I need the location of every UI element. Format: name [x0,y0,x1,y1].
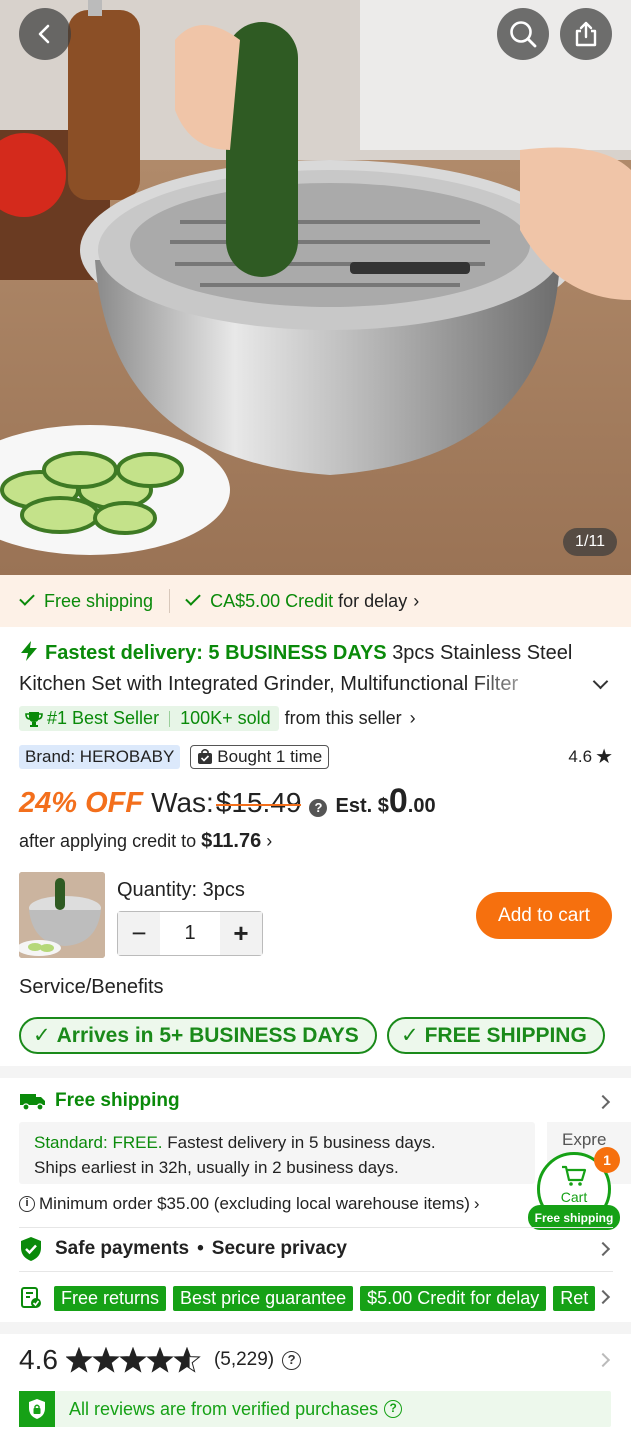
quantity-stepper[interactable]: − 1 + [117,911,263,956]
add-to-cart-button[interactable]: Add to cart [476,892,612,939]
rating-summary[interactable]: 4.6 ★ [568,744,613,769]
from-seller-label: from this seller [284,708,402,728]
check-icon: ✓ [33,1024,51,1047]
free-shipping-pill[interactable]: ✓ FREE SHIPPING [387,1017,605,1054]
back-button[interactable] [19,8,71,60]
chevron-right-icon: › [413,590,420,611]
chevron-right-icon: › [473,1194,480,1213]
fastest-delivery-label: Fastest delivery: 5 BUSINESS DAYS [45,642,387,664]
reviews-summary[interactable]: 4.6 (5,229) ? [19,1344,613,1376]
shield-check-icon [21,1237,41,1261]
star-filled-icon [147,1348,173,1372]
cart-label: Cart [560,1189,588,1205]
sku-thumbnail[interactable] [19,872,105,958]
cart-icon [562,1165,587,1186]
star-rating [65,1347,201,1373]
best-seller-row[interactable]: #1 Best Seller 100K+ sold from this sell… [19,706,416,731]
arrives-pill[interactable]: ✓ Arrives in 5+ BUSINESS DAYS [19,1017,377,1054]
lightning-icon [21,641,37,661]
verified-shield-icon [19,1391,55,1427]
tag-best-price: Best price guarantee [173,1285,354,1311]
shipping-promo-strip[interactable]: Free shipping CA$5.00 Credit for delay › [0,575,631,627]
check-icon: ✓ [401,1024,419,1047]
free-shipping-row[interactable]: Free shipping [19,1090,613,1112]
quantity-label: Quantity: 3pcs [117,879,245,901]
share-icon [575,21,597,47]
was-label: Was: [151,787,214,818]
trophy-icon [25,711,43,727]
chevron-left-icon [38,24,50,44]
credit-suffix: for delay [338,590,408,611]
info-icon: i [19,1196,35,1212]
after-credit-line[interactable]: after applying credit to $11.76 › [19,830,272,853]
product-photo [0,0,631,575]
brand-row: Brand: HEROBABY Bought 1 time 4.6 ★ [19,744,613,769]
credit-amount: CA$5.00 Credit [210,590,334,611]
safe-payments-row[interactable]: Safe payments • Secure privacy [19,1236,613,1262]
price-row: 24% OFF Was: $15.49 ? Est. $0.00 [19,782,436,821]
increment-button[interactable]: + [220,912,262,955]
benefit-tags-row[interactable]: Free returns Best price guarantee $5.00 … [19,1283,613,1313]
shopping-bag-icon [198,748,213,764]
tag-returns: Ret [553,1285,596,1311]
help-icon[interactable]: ? [384,1400,403,1418]
help-icon[interactable]: ? [309,799,328,817]
divider [169,589,171,613]
share-button[interactable] [560,8,612,60]
star-filled-icon [66,1348,92,1372]
tag-free-returns: Free returns [54,1285,167,1311]
chevron-right-icon: › [266,831,273,851]
chevron-right-icon: › [409,708,416,728]
verified-purchases-banner: All reviews are from verified purchases … [19,1391,611,1427]
search-button[interactable] [497,8,549,60]
review-score: 4.6 [19,1344,58,1375]
discount-label: 24% OFF [19,787,144,819]
decrement-button[interactable]: − [118,912,160,955]
star-filled-icon [120,1348,146,1372]
minimum-order-note[interactable]: i Minimum order $35.00 (excluding local … [19,1194,480,1214]
original-price: $15.49 [215,787,302,818]
verified-text: All reviews are from verified purchases [69,1398,379,1419]
tag-credit-delay: $5.00 Credit for delay [360,1285,547,1311]
search-icon [510,21,537,48]
image-counter: 1/11 [563,528,617,556]
after-credit-price: $11.76 [201,830,262,852]
return-policy-icon [21,1287,41,1308]
best-seller-badge: #1 Best Seller 100K+ sold [19,706,279,731]
star-filled-icon [93,1348,119,1372]
estimated-price: Est. $0.00 [335,782,436,820]
product-image-carousel[interactable]: 1/11 [0,0,631,575]
brand-badge[interactable]: Brand: HEROBABY [19,744,181,769]
review-count: (5,229) [213,1349,275,1370]
cart-count-badge: 1 [594,1147,620,1173]
standard-shipping-card[interactable]: Standard: FREE. Fastest delivery in 5 bu… [19,1122,535,1184]
free-shipping-label: Free shipping [44,590,154,611]
help-icon[interactable]: ? [282,1350,302,1370]
bought-badge: Bought 1 time [190,744,330,769]
check-icon [185,590,201,606]
star-icon: ★ [595,746,613,768]
check-icon [19,590,35,606]
service-benefits-title: Service/Benefits [19,976,164,998]
quantity-value[interactable]: 1 [160,912,220,955]
truck-icon [20,1094,45,1111]
